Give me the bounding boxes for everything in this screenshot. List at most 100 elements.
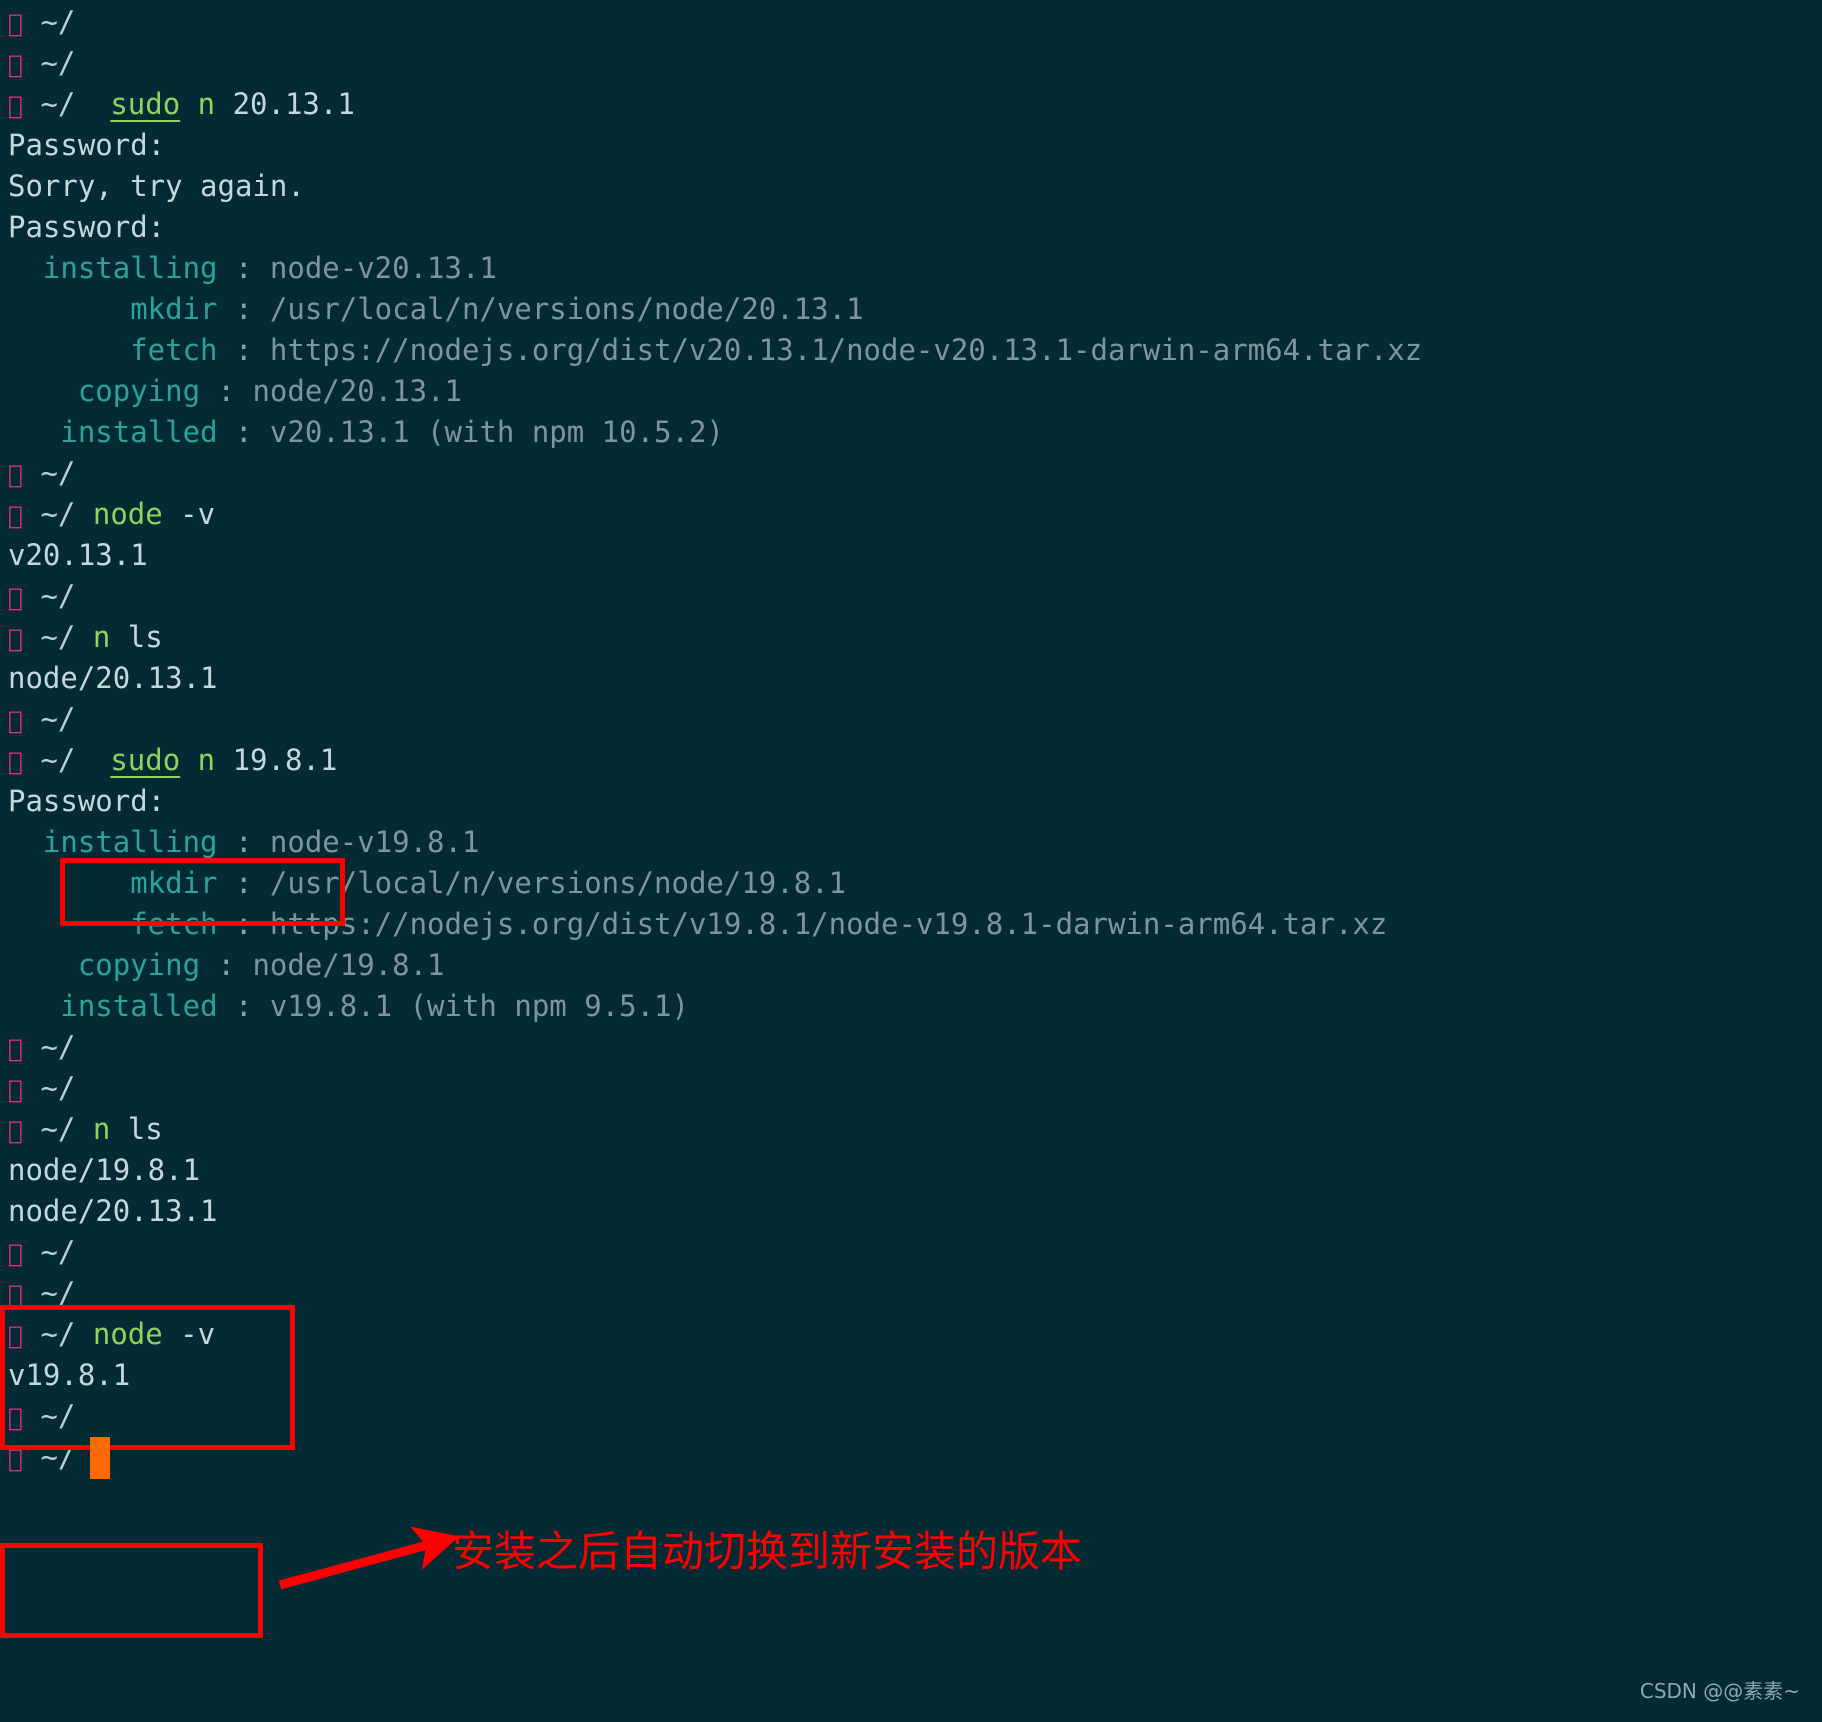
terminal-line: mkdir : /usr/local/n/versions/node/19.8.…: [8, 863, 1822, 904]
prompt-path: ~/: [15, 620, 75, 654]
prompt-path: ~/: [15, 743, 75, 777]
terminal-line:  ~/: [8, 1396, 1822, 1437]
output-label: fetch: [130, 907, 218, 941]
terminal-line:  ~/ n ls: [8, 1109, 1822, 1150]
apple-logo-icon: : [8, 9, 23, 38]
prompt-path: ~/: [15, 1317, 75, 1351]
apple-logo-icon: : [8, 1444, 23, 1473]
output-label: installed: [60, 415, 218, 449]
command-args: ls: [103, 620, 163, 654]
output-value: v19.8.1 (with npm 9.5.1): [269, 989, 689, 1023]
output-separator: :: [217, 292, 270, 326]
apple-logo-icon: : [8, 1116, 23, 1145]
apple-logo-icon: : [8, 501, 23, 530]
terminal-line:  ~/: [8, 699, 1822, 740]
terminal-line: installing : node-v19.8.1: [8, 822, 1822, 863]
terminal-line:  ~/: [8, 1437, 1822, 1478]
output-value: node-v19.8.1: [269, 825, 480, 859]
prompt-path: ~/: [15, 1071, 75, 1105]
output-separator: :: [200, 374, 253, 408]
apple-logo-icon: : [8, 50, 23, 79]
terminal-window[interactable]:  ~/ ~/ ~/ sudo n 20.13.1Password:Sorr…: [0, 0, 1822, 1722]
terminal-line: v19.8.1: [8, 1355, 1822, 1396]
terminal-line:  ~/ sudo n 19.8.1: [8, 740, 1822, 781]
prompt-path: ~/: [15, 497, 75, 531]
apple-logo-icon: : [8, 460, 23, 489]
output-text: node/20.13.1: [8, 1194, 218, 1228]
output-separator: :: [217, 825, 270, 859]
output-value: v20.13.1 (with npm 10.5.2): [269, 415, 724, 449]
terminal-line: fetch : https://nodejs.org/dist/v19.8.1/…: [8, 904, 1822, 945]
terminal-line: v20.13.1: [8, 535, 1822, 576]
prompt-path: ~/: [15, 702, 75, 736]
apple-logo-icon: : [8, 624, 23, 653]
output-separator: :: [217, 251, 270, 285]
prompt-path: ~/: [15, 1235, 75, 1269]
terminal-line:  ~/: [8, 1232, 1822, 1273]
terminal-output:  ~/ ~/ ~/ sudo n 20.13.1Password:Sorr…: [8, 2, 1822, 1478]
output-label: installing: [42, 825, 218, 859]
output-label: installing: [42, 251, 218, 285]
output-text: v20.13.1: [8, 538, 148, 572]
output-text: node/20.13.1: [8, 661, 218, 695]
terminal-line: node/20.13.1: [8, 658, 1822, 699]
output-text: Password:: [8, 210, 166, 244]
output-text: v19.8.1: [8, 1358, 131, 1392]
prompt-path: ~/: [15, 87, 75, 121]
output-separator: :: [217, 907, 270, 941]
output-value: https://nodejs.org/dist/v20.13.1/node-v2…: [269, 333, 1423, 367]
command-name: node: [85, 497, 163, 531]
prompt-path: ~/: [15, 1112, 75, 1146]
output-label: copying: [77, 374, 201, 408]
apple-logo-icon: : [8, 1321, 23, 1350]
command-args: -v: [155, 1317, 215, 1351]
output-value: https://nodejs.org/dist/v19.8.1/node-v19…: [269, 907, 1388, 941]
prompt-path: ~/: [15, 5, 75, 39]
terminal-line: installing : node-v20.13.1: [8, 248, 1822, 289]
terminal-line:  ~/: [8, 43, 1822, 84]
command-name: node: [85, 1317, 163, 1351]
terminal-line: copying : node/19.8.1: [8, 945, 1822, 986]
output-value: node-v20.13.1: [269, 251, 497, 285]
terminal-line: installed : v20.13.1 (with npm 10.5.2): [8, 412, 1822, 453]
terminal-line:  ~/: [8, 453, 1822, 494]
output-separator: :: [217, 866, 270, 900]
terminal-line: fetch : https://nodejs.org/dist/v20.13.1…: [8, 330, 1822, 371]
command-name: n: [85, 1112, 110, 1146]
terminal-line:  ~/: [8, 1068, 1822, 1109]
terminal-line: Password:: [8, 207, 1822, 248]
output-label: fetch: [130, 333, 218, 367]
terminal-line: Sorry, try again.: [8, 166, 1822, 207]
terminal-line:  ~/: [8, 1273, 1822, 1314]
prompt-path: ~/: [15, 579, 75, 613]
output-label: installed: [60, 989, 218, 1023]
terminal-line:  ~/: [8, 2, 1822, 43]
apple-logo-icon: : [8, 583, 23, 612]
output-text: Password:: [8, 784, 166, 818]
apple-logo-icon: : [8, 747, 23, 776]
command-args: ls: [103, 1112, 163, 1146]
terminal-line: copying : node/20.13.1: [8, 371, 1822, 412]
output-separator: :: [217, 333, 270, 367]
output-label: mkdir: [130, 866, 218, 900]
output-separator: :: [217, 989, 270, 1023]
command-name: n: [190, 743, 215, 777]
terminal-line:  ~/: [8, 1027, 1822, 1068]
output-label: mkdir: [130, 292, 218, 326]
prompt-path: ~/: [15, 456, 75, 490]
output-separator: :: [200, 948, 253, 982]
terminal-line:  ~/: [8, 576, 1822, 617]
output-separator: :: [217, 415, 270, 449]
sudo-keyword: sudo: [103, 743, 180, 777]
prompt-path: ~/: [15, 1399, 75, 1433]
terminal-line:  ~/ n ls: [8, 617, 1822, 658]
terminal-line: Password:: [8, 781, 1822, 822]
output-value: node/20.13.1: [252, 374, 462, 408]
apple-logo-icon: : [8, 1239, 23, 1268]
apple-logo-icon: : [8, 91, 23, 120]
terminal-line: mkdir : /usr/local/n/versions/node/20.13…: [8, 289, 1822, 330]
terminal-line:  ~/ node -v: [8, 494, 1822, 535]
apple-logo-icon: : [8, 1403, 23, 1432]
output-text: node/19.8.1: [8, 1153, 201, 1187]
terminal-line: Password:: [8, 125, 1822, 166]
